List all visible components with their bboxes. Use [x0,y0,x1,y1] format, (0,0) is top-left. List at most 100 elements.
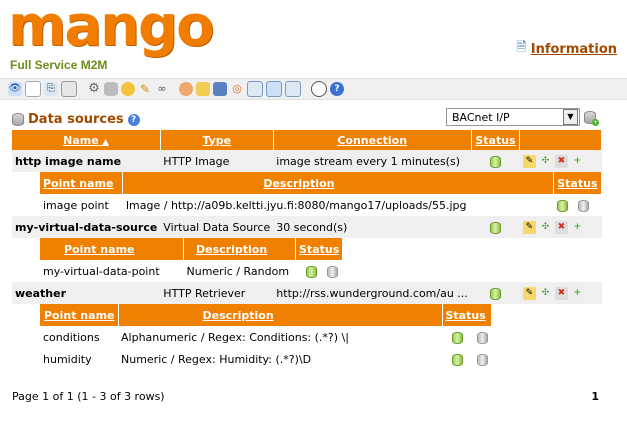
points-row: Point name Description Status my-virtual-d… [12,238,602,282]
delete-icon[interactable]: ✖ [554,286,568,300]
actions-cell: ✎ ✣ ✖ + [519,216,602,238]
point-description: Alphanumeric / Regex: Conditions: (.*?) … [118,326,442,348]
points-header-description: Description [118,304,443,326]
information-link[interactable]: 🗎 Information [516,38,617,60]
point-disabled-icon[interactable] [477,331,488,344]
mailing-list-icon[interactable] [247,81,263,97]
data-source-name: weather [12,282,161,304]
add-point-icon[interactable]: + [570,220,584,234]
database-icon [12,113,24,126]
list-item[interactable]: conditions Alphanumeric / Regex: Conditi… [40,326,491,348]
copy-icon[interactable]: ✣ [539,287,552,300]
point-status [442,348,491,370]
data-source-name: my-virtual-data-source [12,216,161,238]
data-source-type: Virtual Data Source [160,216,274,238]
data-source-type: HTTP Retriever [160,282,274,304]
edit-icon[interactable]: ✎ [522,286,536,300]
list-item[interactable]: my-virtual-data-point Numeric / Random [40,260,343,282]
column-header-status[interactable]: Status [471,130,521,150]
point-disabled-icon[interactable] [477,353,488,366]
table-row[interactable]: my-virtual-data-source Virtual Data Sour… [12,216,602,238]
settings-icon[interactable]: ⚙ [87,82,101,96]
mango-logo: mango Full Service M2M [8,0,215,74]
data-source-name: http image name [12,150,161,172]
points-row: Point name Description Status image point … [12,172,602,216]
point-name: conditions [40,326,118,348]
add-point-icon[interactable]: + [570,154,584,168]
point-enabled-icon[interactable] [452,331,463,344]
copy-icon[interactable]: ✣ [539,221,552,234]
scheduled-events-icon[interactable] [121,82,135,96]
data-source-connection: http://rss.wunderground.com/au ... [273,282,472,304]
point-name: image point [40,194,123,216]
column-header-connection[interactable]: Connection [273,130,472,150]
logo-word: mango [8,0,215,59]
information-label[interactable]: Information [531,42,617,57]
event-detectors-icon[interactable]: ✎ [138,82,152,96]
source-type-select[interactable]: BACnet I/P ▼ [446,108,580,126]
points-header-status: Status [295,238,344,260]
pager-summary: Page 1 of 1 (1 - 3 of 3 rows) [12,390,165,403]
status-enabled-icon[interactable] [489,221,501,234]
list-item[interactable]: image point Image / http://a09b.keltti.j… [40,194,601,216]
source-type-value: BACnet I/P [452,110,510,124]
table-row[interactable]: http image name HTTP Image image stream … [12,150,602,172]
data-sources-title: Data sources [28,112,124,127]
point-description: Numeric / Regex: Humidity: (.*?)\D [118,348,442,370]
points-header-status: Status [442,304,492,326]
delete-icon[interactable]: ✖ [554,154,568,168]
views-icon[interactable] [25,81,41,97]
reports-icon[interactable] [61,81,77,97]
publisher-icon[interactable] [213,82,227,96]
points-header-name: Point name [40,238,184,260]
column-header-actions [519,130,602,150]
help-icon[interactable]: ? [330,82,344,96]
column-header-type[interactable]: Type [160,130,274,150]
watch-list-icon[interactable]: 👁 [8,82,22,96]
page-number[interactable]: 1 [591,390,599,403]
points-header-name: Point name [40,304,119,326]
add-data-source-icon[interactable]: + [584,110,599,126]
column-header-name[interactable]: Name ▲ [12,130,161,150]
add-source-controls: BACnet I/P ▼ + [446,108,599,126]
rss-icon[interactable]: ◎ [230,82,244,96]
data-sources-icon[interactable] [104,82,118,96]
point-links-icon[interactable]: ⎘ [44,82,58,96]
point-disabled-icon[interactable] [578,199,590,212]
list-item[interactable]: humidity Numeric / Regex: Humidity: (.*?… [40,348,491,370]
folder-icon[interactable] [196,82,210,96]
points-header-description: Description [183,238,296,260]
system-info-icon[interactable] [266,81,282,97]
delete-icon[interactable]: ✖ [554,220,568,234]
help-icon[interactable]: ? [127,113,140,126]
point-name: humidity [40,348,118,370]
links-icon[interactable]: ∞ [155,82,169,96]
edit-icon[interactable]: ✎ [522,220,536,234]
status-enabled-icon[interactable] [489,287,501,300]
points-row: Point name Description Status conditions A… [12,304,602,370]
users-icon[interactable] [179,82,193,96]
add-point-icon[interactable]: + [570,286,584,300]
status-cell [471,216,520,238]
points-header-description: Description [122,172,555,194]
data-sources-table: Name ▲ Type Connection Status http image… [12,130,602,370]
point-disabled-icon[interactable] [327,265,338,278]
logout-icon[interactable] [311,81,327,97]
edit-icon[interactable]: ✎ [522,154,536,168]
chevron-down-icon[interactable]: ▼ [563,109,578,125]
data-sources-header: Data sources ? [12,112,140,127]
point-name: my-virtual-data-point [40,260,184,282]
data-source-connection: image stream every 1 minutes(s) [273,150,472,172]
table-row[interactable]: weather HTTP Retriever http://rss.wunder… [12,282,602,304]
status-enabled-icon[interactable] [489,155,501,168]
point-enabled-icon[interactable] [556,199,568,212]
data-source-connection: 30 second(s) [273,216,472,238]
point-status [553,194,601,216]
point-enabled-icon[interactable] [305,265,317,278]
point-enabled-icon[interactable] [452,353,463,366]
copy-icon[interactable]: ✣ [539,155,552,168]
export-icon[interactable] [285,81,301,97]
data-source-type: HTTP Image [160,150,274,172]
toolbar: 👁 ⎘ ⚙ ✎ ∞ ◎ ? [0,78,627,100]
information-icon: 🗎 [516,40,527,55]
